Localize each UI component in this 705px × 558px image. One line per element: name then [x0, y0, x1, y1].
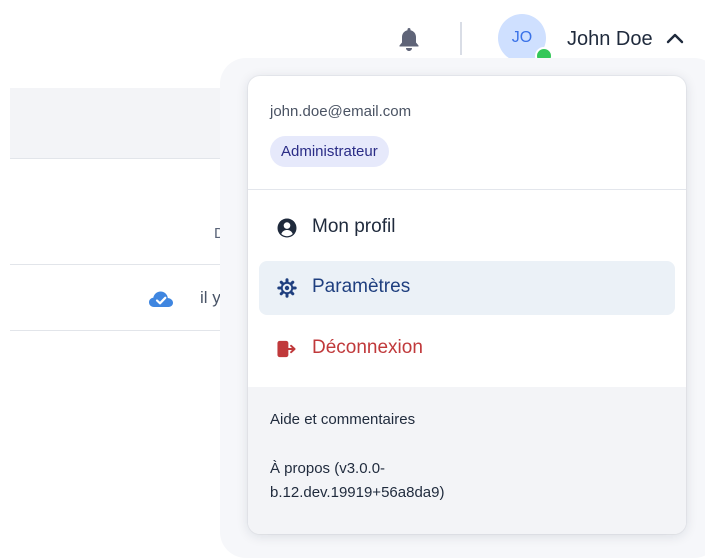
user-email: john.doe@email.com [270, 103, 412, 120]
role-badge: Administrateur [270, 136, 389, 167]
header-divider [460, 22, 462, 55]
chevron-up-icon[interactable] [665, 30, 685, 46]
gear-icon [277, 278, 297, 298]
about-version-line: À propos (v3.0.0- [270, 460, 386, 477]
menu-item-label: Déconnexion [312, 337, 423, 358]
user-dropdown-menu: john.doe@email.com Administrateur Mon pr… [248, 76, 686, 534]
table-cell-text: il y [200, 288, 221, 307]
menu-item-label: Mon profil [312, 216, 396, 237]
menu-item-logout[interactable]: Déconnexion [259, 322, 675, 376]
menu-item-label: Paramètres [312, 276, 411, 297]
logout-icon [277, 340, 296, 358]
about-build-line: b.12.dev.19919+56a8da9) [270, 484, 445, 501]
cloud-check-icon [149, 291, 173, 307]
menu-item-profile[interactable]: Mon profil [259, 201, 675, 255]
help-feedback-link[interactable]: Aide et commentaires [270, 411, 415, 428]
user-menu-name[interactable]: John Doe [567, 28, 653, 51]
bell-icon[interactable] [398, 26, 420, 52]
dropdown-footer: Aide et commentaires À propos (v3.0.0- b… [248, 387, 686, 534]
about-link[interactable]: À propos (v3.0.0- b.12.dev.19919+56a8da9… [270, 457, 570, 505]
avatar-initials: JO [511, 29, 533, 46]
menu-item-settings[interactable]: Paramètres [259, 261, 675, 315]
dropdown-header: john.doe@email.com Administrateur [248, 76, 686, 190]
user-circle-icon [277, 218, 297, 238]
